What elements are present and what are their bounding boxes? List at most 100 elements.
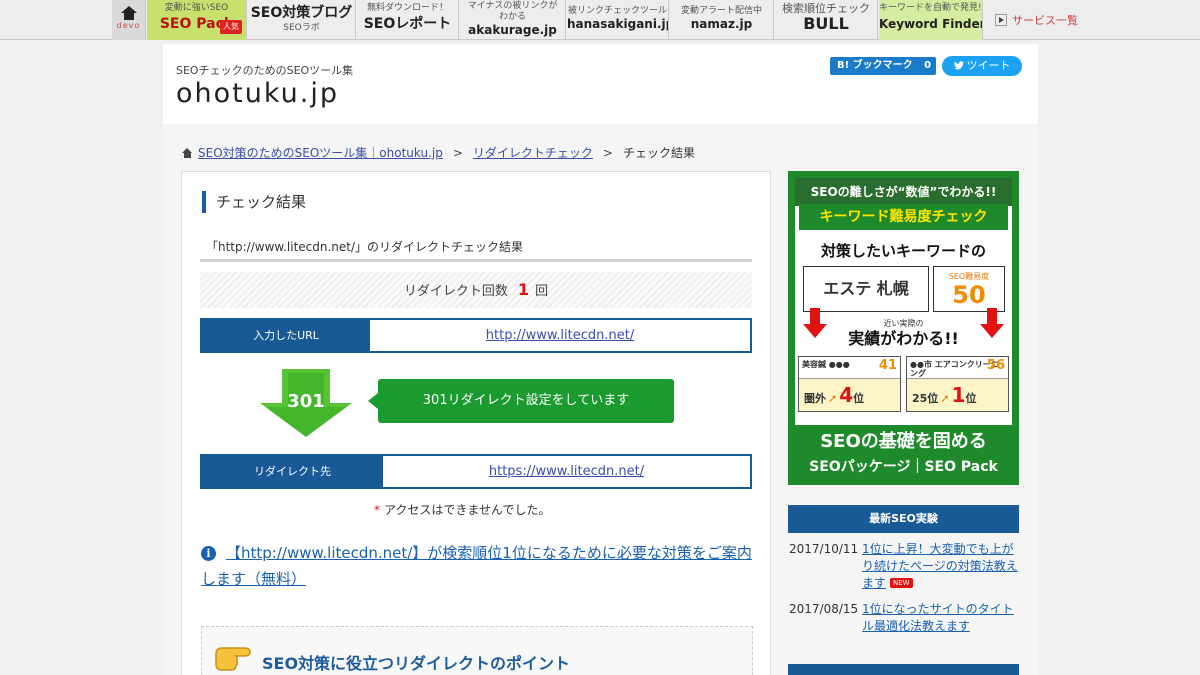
news-link[interactable]: 1位に上昇！大変動でも上がり続けたページの対策法教えます NEW [862, 541, 1022, 592]
bookmark-label: B! ブックマーク [837, 60, 913, 71]
seo-guide: i 【http://www.litecdn.net/】が検索順位1位になるために必… [201, 540, 753, 592]
ad-case-to: 1 [951, 383, 966, 407]
breadcrumb-separator: > [452, 145, 463, 160]
ad-case-rank: 25位 ➚ 1位 [907, 379, 1008, 411]
access-note: * アクセスはできませんでした。 [374, 501, 550, 518]
breadcrumb-home-link[interactable]: SEO対策のためのSEOツール集｜ohotuku.jp [198, 144, 443, 161]
ad-case-header: ●●市 エアコンクリーニング 56 [907, 357, 1008, 379]
destination-url-value: https://www.litecdn.net/ [383, 456, 750, 487]
ad-result-text: 近い実際の 実績がわかる!! [831, 318, 976, 349]
redirect-count-box: リダイレクト回数 1 回 [200, 272, 752, 308]
ad-bottom: SEOの基礎を固める SEOパッケージ｜SEO Pack [795, 425, 1012, 479]
input-url-link[interactable]: http://www.litecdn.net/ [486, 328, 634, 343]
nav-seo-blog[interactable]: SEO対策ブログ SEOラボ [248, 0, 356, 40]
site-tagline: SEOチェックのためのSEOツール集 [176, 64, 354, 77]
nav-namaz[interactable]: 変動アラート配信中 namaz.jp [670, 0, 774, 40]
nav-keyword-finder[interactable]: キーワードを自動で発見!! Keyword Finder [879, 0, 983, 40]
ad-result-big: 実績がわかる!! [848, 329, 959, 348]
ad-keyword: エステ 札幌 [803, 266, 929, 312]
nav-sub-label: キーワードを自動で発見!! [879, 3, 983, 13]
play-icon [995, 14, 1007, 26]
nav-sub-label: わかる [498, 12, 526, 22]
input-url-row: 入力したURL http://www.litecdn.net/ [200, 318, 752, 353]
nav-sub-label: 変動に強いSEO [164, 3, 229, 13]
nav-akakurage[interactable]: マイナスの被リンクが わかる akakurage.jp [460, 0, 566, 40]
result-title: 「http://www.litecdn.net/」のリダイレクトチェック結果 [206, 240, 524, 254]
bookmark-count: 0 [924, 60, 932, 71]
popular-badge: 人気 [220, 20, 242, 34]
hatena-bookmark-button[interactable]: B! ブックマーク 0 [830, 57, 936, 75]
ad-bottom-sub: SEOパッケージ｜SEO Pack [809, 459, 998, 475]
breadcrumb-separator: > [602, 145, 613, 160]
ad-title: キーワード難易度チェック [799, 204, 1008, 230]
nav-sub-label: 無料ダウンロード！ [366, 3, 448, 13]
input-url-label: 入力したURL [202, 320, 370, 351]
destination-url-row: リダイレクト先 https://www.litecdn.net/ [200, 454, 752, 489]
ad-case-to: 4 [839, 383, 854, 407]
seo-guide-link[interactable]: 【http://www.litecdn.net/】が検索順位1位になるために必要… [201, 544, 752, 588]
breadcrumb: SEO対策のためのSEOツール集｜ohotuku.jp > リダイレクトチェック… [182, 144, 695, 161]
services-link[interactable]: サービス一覧 [995, 0, 1091, 40]
nav-title: akakurage.jp [468, 23, 557, 37]
ad-result-small: 近い実際の [883, 319, 924, 328]
ad-inner: SEOの難しさが“数値”でわかる!! キーワード難易度チェック 対策したいキーワ… [795, 178, 1012, 479]
nav-hanasakigani[interactable]: 被リンクチェックツール hanasakigani.jp [567, 0, 669, 40]
ad-case-header: 美容鍼 ●●● 41 [799, 357, 900, 379]
nav-bull[interactable]: 検索順位チェック BULL [775, 0, 878, 40]
nav-title: Keyword Finder [879, 17, 983, 31]
home-icon [182, 147, 193, 158]
nav-title: namaz.jp [690, 17, 753, 31]
keyword-difficulty-ad[interactable]: SEOの難しさが“数値”でわかる!! キーワード難易度チェック 対策したいキーワ… [788, 171, 1019, 485]
redirect-count-label: リダイレクト回数 [403, 284, 508, 299]
home-label: devo [116, 21, 141, 30]
info-icon: i [201, 546, 216, 561]
ad-case-unit: 位 [965, 392, 977, 405]
top-navbar: devo 変動に強いSEO SEO Pack 人気 SEO対策ブログ SEOラボ… [0, 0, 1200, 40]
ad-case-name: 美容鍼 ●●● [802, 360, 850, 369]
access-note-text: アクセスはできませんでした。 [384, 503, 551, 517]
section-title: チェック結果 [202, 191, 306, 213]
news-link[interactable]: 1位になったサイトのタイトル最適化法教えます [862, 601, 1022, 635]
ad-case-from: 25位 [912, 392, 939, 405]
tweet-button[interactable]: ツイート [942, 56, 1022, 76]
ad-case-from: 圏外 [804, 392, 826, 405]
destination-url-link[interactable]: https://www.litecdn.net/ [489, 464, 644, 479]
note-asterisk: * [374, 503, 380, 517]
nav-seo-pack[interactable]: 変動に強いSEO SEO Pack 人気 [147, 0, 247, 40]
nav-seo-report[interactable]: 無料ダウンロード！ SEOレポート [357, 0, 459, 40]
red-down-arrow-icon [803, 308, 827, 338]
nav-title: SEOレポート [363, 16, 452, 32]
breadcrumb-current: チェック結果 [622, 146, 695, 160]
news-heading-next [788, 664, 1019, 675]
nav-sub-label: 検索順位チェック [782, 2, 870, 15]
redirect-down-arrow-icon: 301 [260, 369, 352, 437]
nav-title: BULL [803, 14, 849, 33]
home-icon [120, 6, 137, 20]
nav-title: SEO対策ブログ [250, 5, 353, 21]
ad-headline: SEOの難しさが“数値”でわかる!! [795, 178, 1012, 206]
status-code-text: 301 [287, 391, 325, 412]
news-date: 2017/10/11 [789, 542, 859, 556]
ad-case-card: ●●市 エアコンクリーニング 56 25位 ➚ 1位 [906, 356, 1009, 412]
news-title: 1位に上昇！大変動でも上がり続けたページの対策法教えます [862, 542, 1018, 590]
pointing-hand-icon [215, 647, 251, 671]
ad-case-name: ●●市 エアコンクリーニング [910, 360, 999, 378]
new-badge: NEW [890, 578, 913, 588]
nav-sub-label: 被リンクチェックツール [567, 6, 667, 16]
services-label: サービス一覧 [1012, 14, 1078, 27]
breadcrumb-check-link[interactable]: リダイレクトチェック [473, 144, 593, 161]
tweet-label: ツイート [966, 59, 1011, 72]
redirect-count-value: 1 [517, 280, 530, 299]
ad-lead: 対策したいキーワードの [820, 242, 986, 260]
ad-case-card: 美容鍼 ●●● 41 圏外 ➚ 4位 [798, 356, 901, 412]
news-date: 2017/08/15 [789, 602, 859, 616]
input-url-value: http://www.litecdn.net/ [370, 320, 750, 351]
points-title: SEO対策に役立つリダイレクトのポイント [262, 654, 571, 673]
home-nav-button[interactable]: devo [112, 0, 146, 40]
nav-sub-label: マイナスの被リンクが [467, 1, 558, 11]
ad-case-score: 41 [878, 358, 897, 373]
nav-title: hanasakigani.jp [567, 17, 669, 31]
redirect-count-unit: 回 [535, 284, 549, 299]
site-logo[interactable]: ohotuku.jp [176, 78, 339, 109]
redirect-status-message: 301リダイレクト設定をしています [368, 379, 674, 423]
